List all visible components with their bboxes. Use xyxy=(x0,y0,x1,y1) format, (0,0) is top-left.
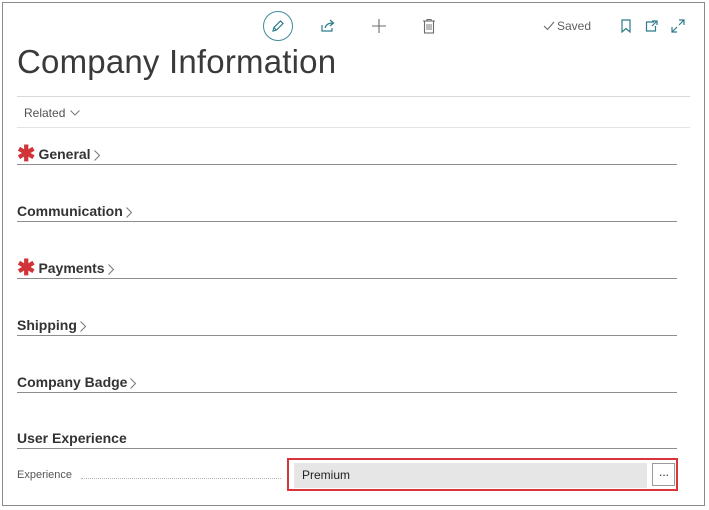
section-label: Payments xyxy=(38,260,105,276)
chevron-right-icon xyxy=(125,207,132,218)
required-icon: ✱ xyxy=(17,141,36,166)
checkmark-icon xyxy=(543,21,555,31)
related-label: Related xyxy=(24,106,66,120)
field-leader-dots xyxy=(81,478,281,480)
chevron-down-icon xyxy=(70,110,81,116)
experience-field[interactable]: Premium xyxy=(294,463,647,488)
page-frame: Saved Company Information Related ✱ Gene… xyxy=(2,2,705,506)
edit-button[interactable] xyxy=(263,11,293,41)
section-payments[interactable]: ✱ Payments xyxy=(17,254,677,279)
experience-label: Experience xyxy=(17,469,73,481)
page-title: Company Information xyxy=(17,43,337,80)
section-label: Company Badge xyxy=(17,374,128,390)
saved-label: Saved xyxy=(557,19,592,33)
bookmark-button[interactable] xyxy=(616,13,636,39)
chevron-right-icon xyxy=(80,321,86,332)
trash-icon xyxy=(423,18,435,34)
open-new-window-button[interactable] xyxy=(641,13,663,39)
divider xyxy=(17,96,690,97)
section-label: Communication xyxy=(17,203,123,219)
plus-icon xyxy=(372,19,386,33)
section-communication[interactable]: Communication xyxy=(17,197,677,222)
chevron-right-icon xyxy=(93,150,100,161)
open-in-new-window-icon xyxy=(645,20,658,32)
section-label: User Experience xyxy=(17,430,127,446)
section-shipping[interactable]: Shipping xyxy=(17,311,677,336)
chevron-right-icon xyxy=(107,264,114,275)
section-general[interactable]: ✱ General xyxy=(17,140,677,165)
new-button[interactable] xyxy=(367,13,391,39)
share-button[interactable] xyxy=(316,13,340,39)
section-label: General xyxy=(38,146,91,162)
required-icon: ✱ xyxy=(17,255,36,280)
chevron-right-icon xyxy=(130,378,137,389)
section-company-badge[interactable]: Company Badge xyxy=(17,368,677,393)
delete-button[interactable] xyxy=(417,13,441,39)
divider xyxy=(17,127,690,128)
bookmark-icon xyxy=(621,19,631,33)
share-icon xyxy=(321,19,335,32)
related-menu[interactable]: Related xyxy=(24,106,81,120)
saved-status: Saved xyxy=(543,19,591,33)
pencil-icon xyxy=(272,20,284,32)
expand-icon xyxy=(671,19,685,33)
experience-assist-button[interactable]: ··· xyxy=(652,463,675,486)
section-label: Shipping xyxy=(17,317,77,333)
expand-button[interactable] xyxy=(667,13,689,39)
section-user-experience[interactable]: User Experience xyxy=(17,424,677,449)
